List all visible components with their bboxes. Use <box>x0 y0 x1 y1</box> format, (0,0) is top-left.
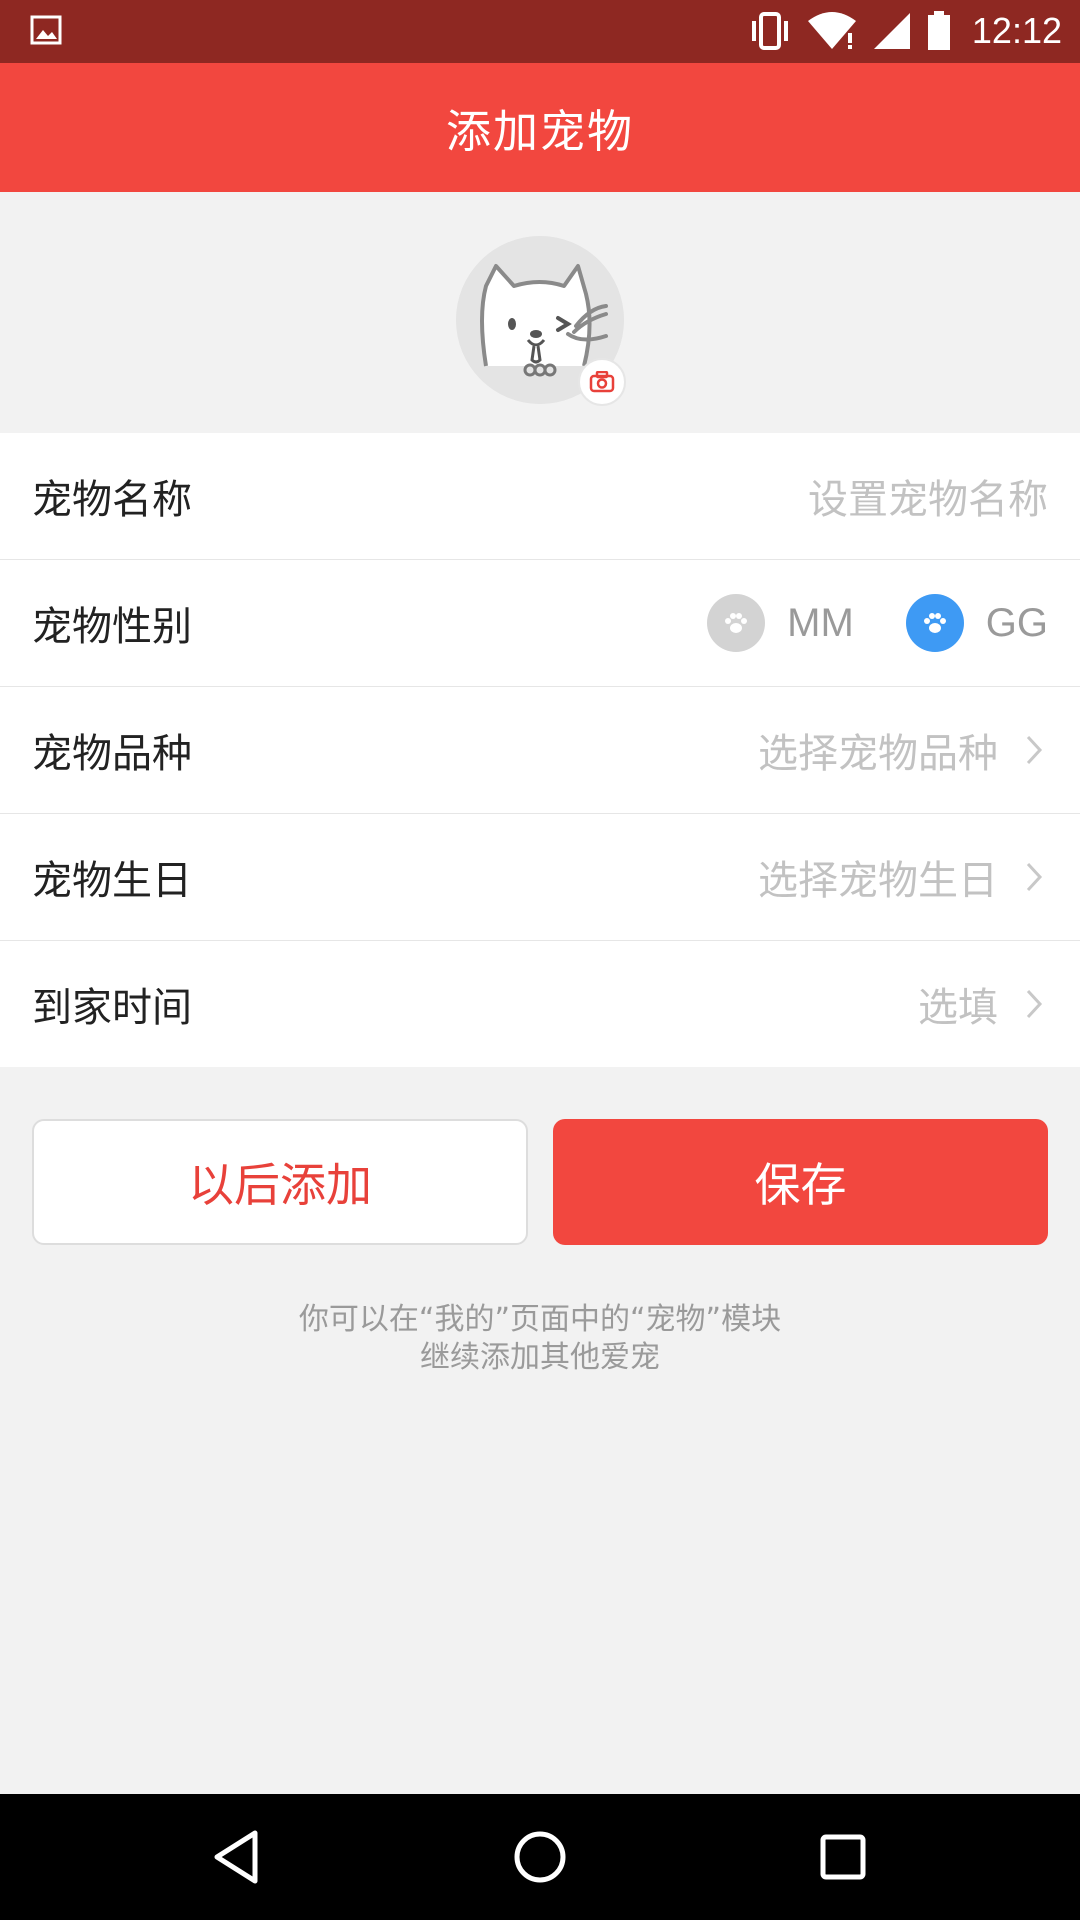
hint-line-2: 继续添加其他爱宠 <box>420 1340 660 1375</box>
status-time: 12:12 <box>971 10 1062 51</box>
home-icon[interactable] <box>507 1824 573 1890</box>
paw-icon <box>905 594 964 652</box>
pet-gender-row: 宠物性别 MM GG <box>0 560 1080 687</box>
gender-gg-label: GG <box>985 600 1048 645</box>
back-icon[interactable] <box>203 1824 269 1890</box>
pet-breed-value: 选择宠物品种 <box>758 731 998 777</box>
camera-icon[interactable] <box>578 358 626 406</box>
pet-gender-label: 宠物性别 <box>32 604 192 650</box>
app-bar: 添加宠物 <box>0 63 1080 192</box>
arrival-time-value: 选填 <box>918 985 998 1031</box>
arrival-time-label: 到家时间 <box>32 985 192 1031</box>
pet-name-input[interactable]: 设置宠物名称 <box>808 467 1048 525</box>
pet-birthday-row[interactable]: 宠物生日 选择宠物生日 <box>0 814 1080 941</box>
pet-form: 宠物名称 设置宠物名称 宠物性别 MM GG 宠物品种 选择宠物品种 宠物生日 … <box>0 433 1080 1067</box>
arrival-time-row[interactable]: 到家时间 选填 <box>0 941 1080 1067</box>
pet-breed-row[interactable]: 宠物品种 选择宠物品种 <box>0 687 1080 814</box>
gender-selector: MM GG <box>707 594 1048 652</box>
battery-icon <box>927 11 950 50</box>
pet-name-label: 宠物名称 <box>32 477 192 523</box>
wifi-icon <box>807 12 856 49</box>
recents-icon[interactable] <box>810 1824 876 1890</box>
navigation-bar <box>0 1794 1080 1920</box>
pet-breed-label: 宠物品种 <box>32 731 192 777</box>
gender-mm-label: MM <box>787 600 854 645</box>
paw-icon <box>707 594 766 652</box>
gallery-icon <box>30 15 62 45</box>
chevron-right-icon <box>1026 989 1043 1019</box>
pet-name-row[interactable]: 宠物名称 设置宠物名称 <box>0 433 1080 560</box>
page-title: 添加宠物 <box>445 105 634 158</box>
vibrate-icon <box>751 12 788 50</box>
pet-birthday-label: 宠物生日 <box>32 858 192 904</box>
add-later-button[interactable]: 以后添加 <box>32 1119 528 1245</box>
hint-text: 你可以在“我的”页面中的“宠物”模块 继续添加其他爱宠 <box>0 1301 1080 1377</box>
chevron-right-icon <box>1026 862 1043 892</box>
gender-option-mm[interactable]: MM <box>707 594 854 652</box>
pet-birthday-value: 选择宠物生日 <box>758 858 998 904</box>
signal-icon <box>873 13 910 49</box>
status-bar: 12:12 <box>0 0 1080 63</box>
hint-line-1: 你可以在“我的”页面中的“宠物”模块 <box>298 1302 782 1337</box>
gender-option-gg[interactable]: GG <box>905 594 1048 652</box>
chevron-right-icon <box>1026 735 1043 765</box>
pet-avatar[interactable] <box>456 236 626 406</box>
save-button[interactable]: 保存 <box>553 1119 1048 1245</box>
